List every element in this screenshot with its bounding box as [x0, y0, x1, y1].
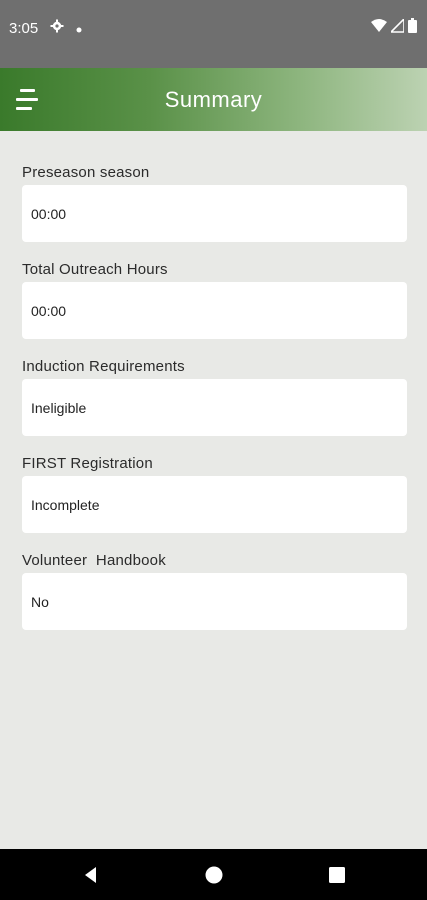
field-value-box[interactable]: Incomplete: [22, 476, 407, 533]
field-value: No: [31, 593, 49, 610]
field-outreach-hours: Total Outreach Hours 00:00: [22, 260, 407, 339]
menu-icon[interactable]: [14, 86, 42, 114]
summary-form: Preseason season 00:00 Total Outreach Ho…: [22, 131, 407, 630]
signal-icon: [389, 16, 405, 38]
field-value: Incomplete: [31, 496, 100, 513]
page-title: Summary: [164, 86, 263, 112]
field-value: 00:00: [31, 302, 67, 319]
app-bar: Summary: [0, 68, 427, 131]
field-value-box[interactable]: No: [22, 573, 407, 630]
back-icon[interactable]: [79, 863, 103, 887]
dot-icon: [76, 20, 82, 37]
gear-icon: [50, 19, 64, 37]
field-value: 00:00: [31, 205, 67, 222]
wifi-icon: [371, 18, 387, 38]
field-label: Volunteer Handbook: [22, 552, 166, 569]
navigation-bar: [0, 849, 427, 900]
home-icon[interactable]: [202, 863, 226, 887]
status-time: 3:05: [9, 19, 39, 37]
field-preseason: Preseason season 00:00: [22, 163, 407, 242]
field-label: Preseason season: [22, 164, 150, 181]
field-label: FIRST Registration: [22, 455, 153, 472]
field-value-box[interactable]: Ineligible: [22, 379, 407, 436]
field-volunteer-handbook: Volunteer Handbook No: [22, 551, 407, 630]
battery-icon: [408, 18, 417, 38]
status-right: [371, 16, 417, 38]
field-value-box[interactable]: 00:00: [22, 185, 407, 242]
field-value: Ineligible: [31, 399, 87, 416]
field-label: Induction Requirements: [22, 358, 185, 375]
field-first-registration: FIRST Registration Incomplete: [22, 454, 407, 533]
status-bar: 3:05: [0, 0, 427, 68]
status-left: 3:05: [9, 18, 82, 38]
recents-icon[interactable]: [325, 863, 349, 887]
field-value-box[interactable]: 00:00: [22, 282, 407, 339]
field-induction-requirements: Induction Requirements Ineligible: [22, 357, 407, 436]
field-label: Total Outreach Hours: [22, 261, 168, 278]
